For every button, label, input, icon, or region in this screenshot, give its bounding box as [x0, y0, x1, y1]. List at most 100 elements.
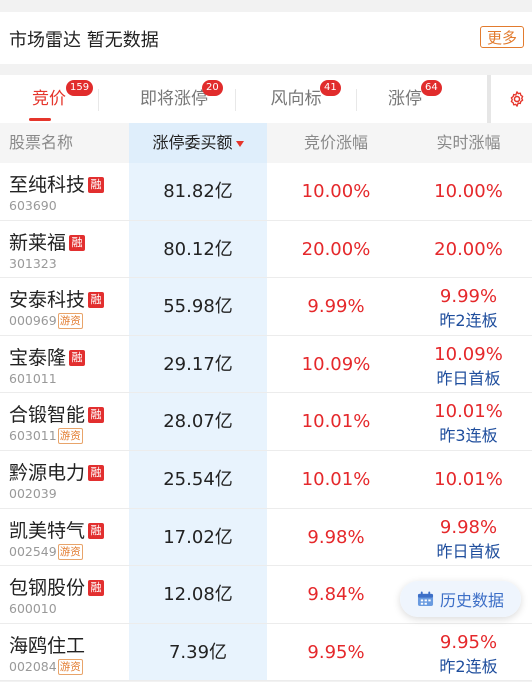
- margin-badge: 融: [88, 464, 105, 481]
- tab-scroll-edge: [487, 75, 491, 123]
- bid-change: 10.01%: [301, 411, 371, 433]
- margin-badge: 融: [69, 234, 86, 251]
- stock-name-cell: 安泰科技融: [9, 285, 105, 312]
- table-header: 股票名称 涨停委买额 竞价涨幅 实时涨幅: [0, 123, 532, 163]
- stock-name-cell: 凯美特气融: [9, 516, 105, 543]
- realtime-change: 9.95%: [439, 631, 498, 653]
- tab-near-limit-label: 即将涨停: [140, 89, 208, 109]
- hot-money-tag: 游资: [57, 428, 83, 445]
- table-row[interactable]: 凯美特气融 002549 游资 17.02亿 9.98% 9.98% 昨日首板: [0, 508, 532, 567]
- margin-badge: 融: [88, 580, 105, 597]
- stock-name-cell: 宝泰隆融: [9, 343, 86, 370]
- stock-code-cell: 002084 游资: [9, 658, 83, 675]
- stock-code-cell: 603011 游资: [9, 428, 83, 445]
- board-streak: 昨日首板: [436, 368, 501, 388]
- hot-money-tag: 游资: [57, 313, 83, 330]
- board-streak: 昨3连板: [439, 426, 498, 446]
- table-row[interactable]: 黔源电力融 002039 25.54亿 10.01% 10.01%: [0, 450, 532, 509]
- stock-name: 新莱福: [9, 231, 67, 254]
- realtime-change: 10.01%: [434, 401, 503, 423]
- tab-bar: 竞价 159 即将涨停 20 风向标 41 涨停 64: [0, 75, 532, 123]
- tab-near-limit[interactable]: 即将涨停 20: [116, 75, 232, 123]
- realtime-change: 20.00%: [434, 238, 503, 260]
- stock-code: 000969: [9, 313, 57, 329]
- tab-weathervane-label: 风向标: [270, 89, 322, 109]
- history-data-button[interactable]: 历史数据: [400, 581, 521, 617]
- market-radar-bar: 市场雷达 暂无数据 更多: [0, 12, 532, 64]
- tab-divider: [356, 89, 357, 111]
- tab-limit-up-badge: 64: [421, 80, 442, 96]
- limit-buy-amount: 80.12亿: [163, 238, 233, 260]
- bid-change: 10.00%: [301, 181, 371, 202]
- realtime-change: 9.98%: [439, 516, 498, 538]
- bid-change: 10.01%: [301, 468, 371, 490]
- sort-desc-icon: [235, 140, 244, 147]
- bid-change: 20.00%: [301, 238, 371, 260]
- stock-code: 002084: [9, 658, 57, 674]
- tab-limit-up[interactable]: 涨停 64: [370, 75, 442, 123]
- tab-bidding-label: 竞价: [32, 89, 66, 109]
- tab-active-indicator: [29, 118, 51, 121]
- bid-change: 9.98%: [307, 526, 365, 548]
- table-row[interactable]: 合锻智能融 603011 游资 28.07亿 10.01% 10.01% 昨3连板: [0, 393, 532, 451]
- board-streak: 昨日首板: [436, 541, 501, 561]
- stock-code: 002549: [9, 543, 57, 559]
- margin-badge: 融: [88, 177, 105, 193]
- history-data-label: 历史数据: [439, 591, 504, 610]
- table-row[interactable]: 宝泰隆融 601011 29.17亿 10.09% 10.09% 昨日首板: [0, 335, 532, 394]
- stock-name-cell: 至纯科技融: [9, 170, 105, 197]
- margin-badge: 融: [88, 407, 105, 424]
- realtime-change: 10.09%: [434, 343, 503, 365]
- tab-divider: [235, 89, 236, 111]
- limit-buy-amount: 55.98亿: [163, 296, 233, 318]
- header-stock-name: 股票名称: [9, 133, 74, 152]
- stock-name-cell: 黔源电力融: [9, 458, 105, 485]
- calendar-icon: [417, 591, 434, 607]
- header-realtime-change[interactable]: 实时涨幅: [405, 123, 532, 163]
- header-bid-change[interactable]: 竞价涨幅: [267, 123, 405, 163]
- top-spacer: [0, 0, 532, 12]
- tab-bidding[interactable]: 竞价 159: [0, 75, 98, 123]
- tab-near-limit-badge: 20: [202, 80, 223, 96]
- limit-buy-amount: 12.08亿: [163, 584, 233, 606]
- margin-badge: 融: [69, 349, 86, 366]
- stock-code: 600010: [9, 601, 57, 617]
- realtime-change: 10.01%: [434, 468, 503, 490]
- limit-buy-amount: 7.39亿: [168, 641, 228, 663]
- stock-code: 002039: [9, 485, 57, 501]
- limit-buy-amount: 25.54亿: [163, 468, 233, 490]
- bid-change: 9.84%: [307, 584, 365, 606]
- gear-icon[interactable]: [508, 90, 526, 108]
- bid-change: 10.09%: [301, 353, 371, 375]
- hot-money-tag: 游资: [57, 658, 83, 675]
- margin-badge: 融: [88, 522, 105, 539]
- more-button[interactable]: 更多: [479, 26, 524, 48]
- stock-name: 包钢股份: [9, 577, 86, 600]
- limit-buy-amount: 17.02亿: [163, 526, 233, 548]
- tab-weathervane[interactable]: 风向标 41: [254, 75, 341, 123]
- stock-name: 黔源电力: [9, 461, 86, 484]
- stock-code-cell: 000969 游资: [9, 313, 83, 330]
- stock-name-cell: 包钢股份融: [9, 573, 105, 600]
- tab-limit-up-label: 涨停: [388, 89, 422, 109]
- bid-change: 9.99%: [307, 296, 365, 318]
- stock-name: 合锻智能: [9, 404, 86, 427]
- margin-badge: 融: [88, 292, 105, 309]
- stock-code: 601011: [9, 370, 57, 386]
- tab-divider: [98, 89, 99, 111]
- realtime-change: 9.99%: [439, 286, 498, 308]
- header-amount-sort[interactable]: 涨停委买额: [129, 123, 267, 163]
- tab-weathervane-badge: 41: [320, 80, 341, 96]
- stock-name: 凯美特气: [9, 519, 86, 542]
- board-streak: 昨2连板: [439, 311, 498, 331]
- limit-buy-amount: 81.82亿: [163, 181, 233, 202]
- realtime-change: 10.00%: [434, 181, 503, 202]
- stock-code: 301323: [9, 255, 57, 271]
- table-row[interactable]: 海鸥住工 002084 游资 7.39亿 9.95% 9.95% 昨2连板: [0, 623, 532, 682]
- stock-name: 宝泰隆: [9, 346, 67, 369]
- table-row[interactable]: 至纯科技融 603690 81.82亿 10.00% 10.00%: [0, 163, 532, 221]
- table-row[interactable]: 安泰科技融 000969 游资 55.98亿 9.99% 9.99% 昨2连板: [0, 278, 532, 336]
- table-row[interactable]: 新莱福融 301323 80.12亿 20.00% 20.00%: [0, 220, 532, 279]
- header-amount-label: 涨停委买额: [152, 133, 233, 152]
- board-streak: 昨2连板: [439, 656, 498, 676]
